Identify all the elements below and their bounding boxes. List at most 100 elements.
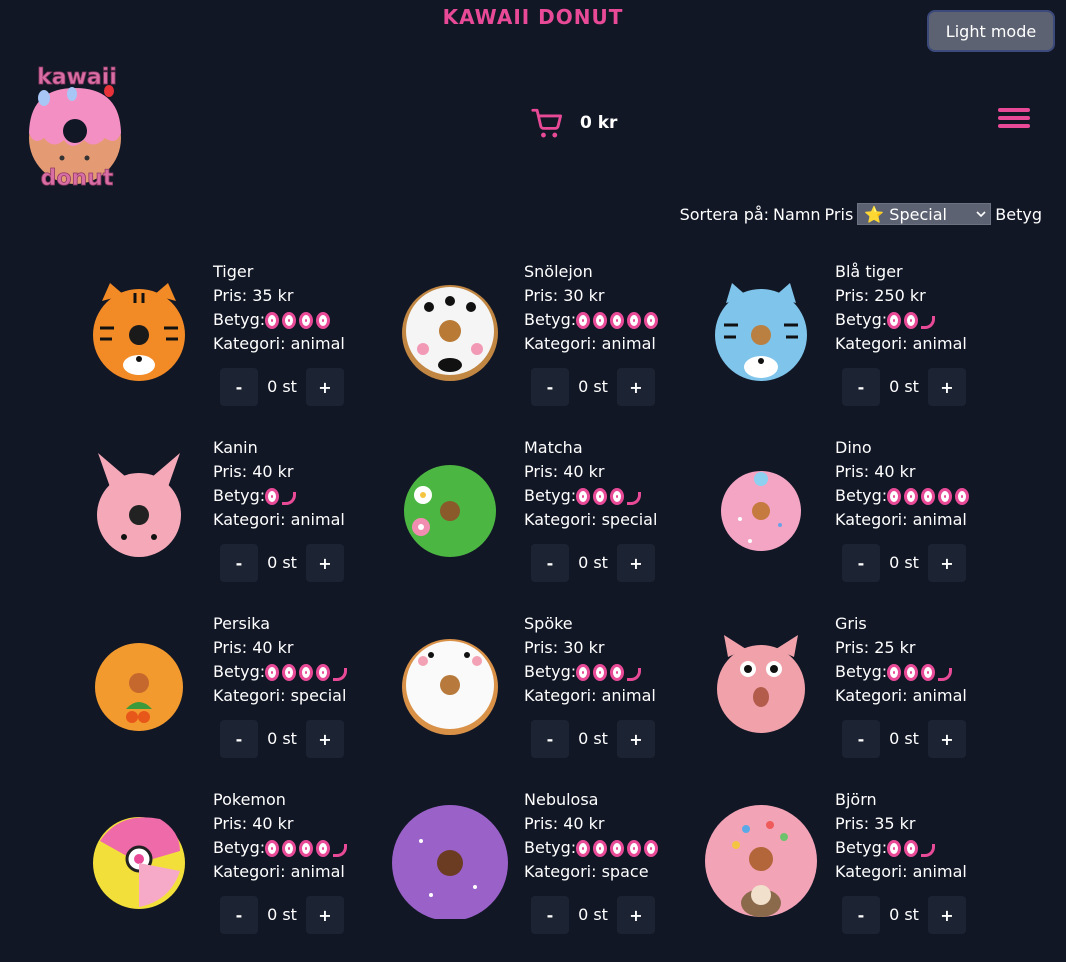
donut-image [97,453,181,557]
donut-image [402,639,498,735]
donut-image [95,643,183,731]
product-category: Kategori: animal [213,510,345,529]
quantity-stepper: - 0 st + [531,720,656,758]
donut-rating-icon [299,311,314,329]
quantity-stepper: - 0 st + [842,896,967,934]
product-card: Tiger Pris: 35 kr Betyg: Kategori: anima… [80,258,391,434]
quantity-stepper: - 0 st + [220,544,345,582]
donut-rating-icon [610,663,625,681]
quantity-stepper: - 0 st + [531,544,657,582]
half-donut-rating-icon [627,491,642,505]
decrease-button[interactable]: - [531,544,569,582]
donut-rating-icon [887,311,902,329]
product-price: Pris: 40 kr [213,814,294,833]
donut-rating-icon [576,663,591,681]
product-name: Gris [835,614,867,633]
product-price: Pris: 40 kr [524,814,605,833]
product-name: Matcha [524,438,583,457]
donut-rating-icon [904,487,919,505]
donut-rating-icon [299,839,314,857]
decrease-button[interactable]: - [531,720,569,758]
product-name: Tiger [213,262,254,281]
donut-rating-icon [610,839,625,857]
increase-button[interactable]: + [306,544,344,582]
cart-icon[interactable] [530,106,564,140]
increase-button[interactable]: + [928,368,966,406]
decrease-button[interactable]: - [220,368,258,406]
donut-image [705,805,817,917]
quantity-stepper: - 0 st + [842,368,967,406]
decrease-button[interactable]: - [220,544,258,582]
menu-line [998,124,1030,128]
product-price: Pris: 30 kr [524,638,605,657]
decrease-button[interactable]: - [842,368,880,406]
product-price: Pris: 35 kr [213,286,294,305]
donut-rating-icon [316,311,331,329]
product-category: Kategori: space [524,862,649,881]
sort-bar: Sortera på: Namn Pris ⭐ Special Betyg [680,203,1042,225]
product-card: Dino Pris: 40 kr Betyg: Kategori: animal… [702,434,1013,610]
sort-by-price[interactable]: Pris [825,205,854,224]
category-select[interactable]: ⭐ Special [857,203,992,225]
donut-rating-icon [627,311,642,329]
sort-by-name[interactable]: Namn [773,205,821,224]
half-donut-rating-icon [921,843,936,857]
cart[interactable]: 0 kr [530,106,617,140]
increase-button[interactable]: + [928,544,966,582]
increase-button[interactable]: + [928,896,966,934]
sort-label: Sortera på: [679,204,770,224]
decrease-button[interactable]: - [842,720,880,758]
increase-button[interactable]: + [306,896,344,934]
increase-button[interactable]: + [617,368,655,406]
kawaii-donut-logo[interactable]: kawaii donut [20,58,135,193]
donut-rating-icon [887,663,902,681]
svg-text:donut: donut [41,166,114,191]
quantity-value: 0 st [267,377,297,396]
decrease-button[interactable]: - [842,544,880,582]
half-donut-rating-icon [921,315,936,329]
product-category: Kategori: animal [835,862,967,881]
sort-by-rating[interactable]: Betyg [995,205,1042,224]
increase-button[interactable]: + [617,896,655,934]
decrease-button[interactable]: - [531,368,569,406]
donut-rating-icon [316,839,331,857]
donut-rating-icon [576,487,591,505]
quantity-value: 0 st [889,905,919,924]
light-mode-button[interactable]: Light mode [927,10,1055,52]
quantity-stepper: - 0 st + [531,896,661,934]
product-name: Spöke [524,614,573,633]
product-category: Kategori: animal [835,686,967,705]
product-name: Kanin [213,438,258,457]
product-price: Pris: 250 kr [835,286,926,305]
quantity-value: 0 st [578,905,608,924]
product-rating: Betyg: [524,308,661,332]
product-name: Dino [835,438,872,457]
increase-button[interactable]: + [617,544,655,582]
decrease-button[interactable]: - [220,720,258,758]
hamburger-menu-button[interactable] [998,108,1030,132]
product-card: Nebulosa Pris: 40 kr Betyg: Kategori: sp… [391,786,702,962]
donut-rating-icon [904,311,919,329]
donut-image [402,285,498,381]
increase-button[interactable]: + [306,720,344,758]
increase-button[interactable]: + [928,720,966,758]
decrease-button[interactable]: - [842,896,880,934]
product-card: Kanin Pris: 40 kr Betyg: Kategori: anima… [80,434,391,610]
donut-rating-icon [610,487,625,505]
increase-button[interactable]: + [617,720,655,758]
product-rating: Betyg: [213,308,345,332]
product-category: Kategori: animal [213,334,345,353]
star-icon: ⭐ [864,204,885,224]
decrease-button[interactable]: - [531,896,569,934]
donut-rating-icon [593,311,608,329]
donut-rating-icon [265,487,280,505]
half-donut-rating-icon [333,843,348,857]
quantity-value: 0 st [267,553,297,572]
quantity-value: 0 st [578,729,608,748]
donut-rating-icon [265,311,280,329]
quantity-value: 0 st [578,377,608,396]
increase-button[interactable]: + [306,368,344,406]
donut-rating-icon [887,839,902,857]
quantity-stepper: - 0 st + [220,896,347,934]
decrease-button[interactable]: - [220,896,258,934]
